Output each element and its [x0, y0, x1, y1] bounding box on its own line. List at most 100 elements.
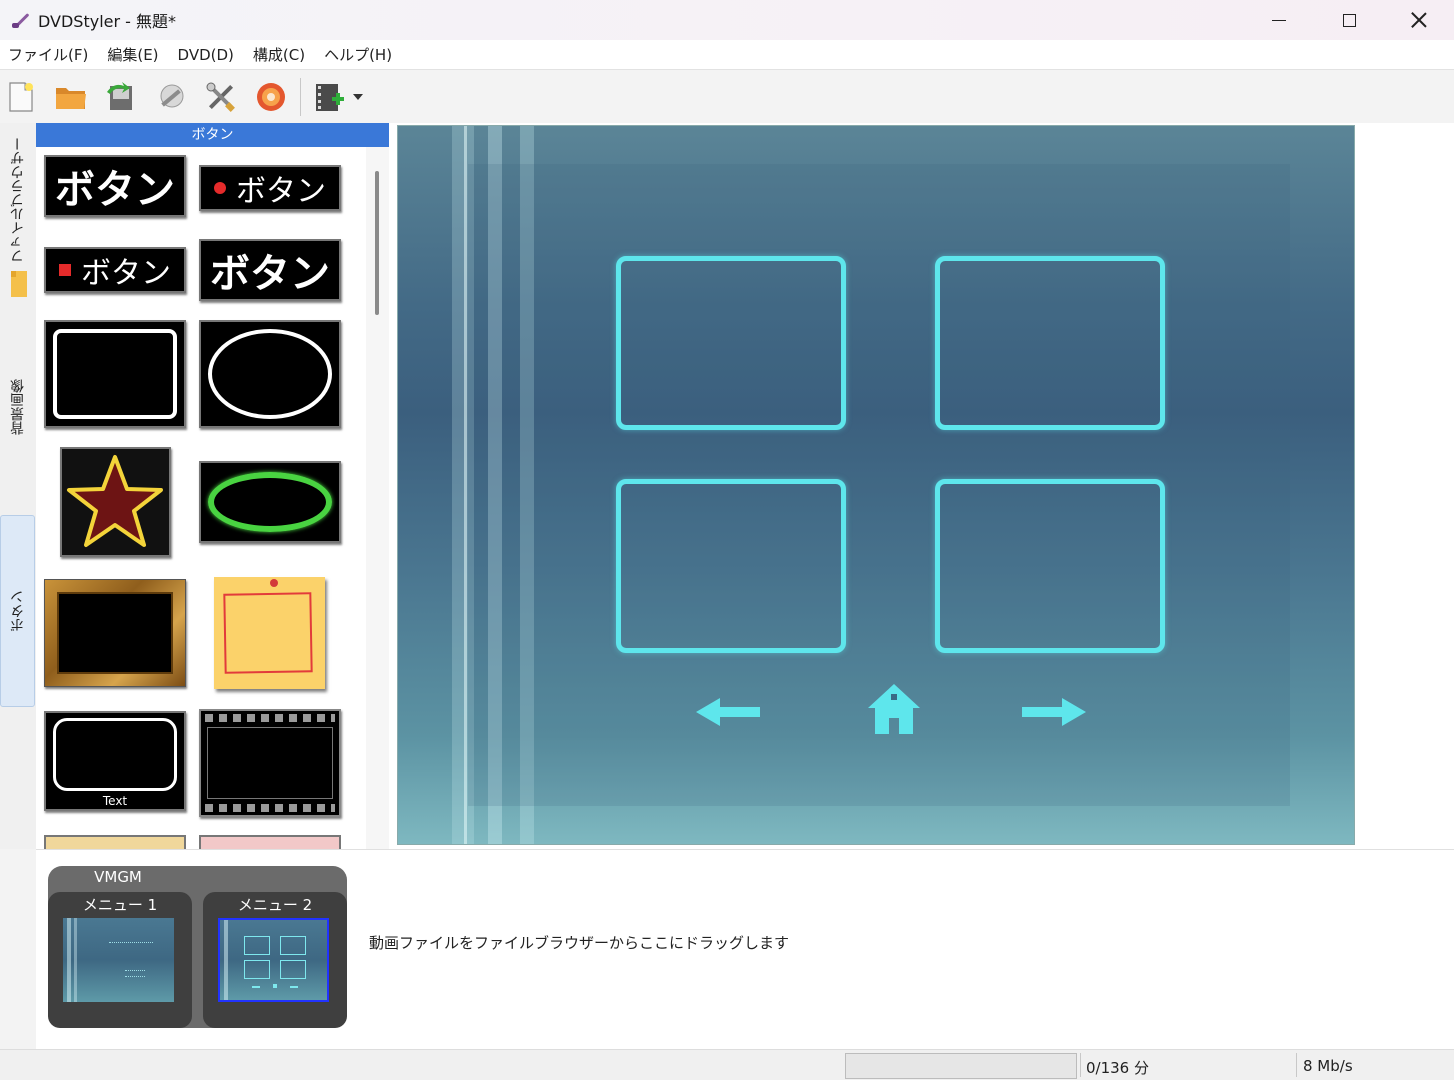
home-icon[interactable] — [866, 682, 922, 736]
red-circle-bullet-icon — [214, 182, 226, 194]
preview-text-line — [109, 942, 153, 946]
settings-button[interactable] — [204, 78, 238, 116]
status-bar: 0/136 分 8 Mb/s — [0, 1049, 1454, 1080]
burn-dvd-button[interactable] — [254, 78, 288, 116]
preview-stripe — [67, 918, 71, 1002]
button-style-square-bullet[interactable]: ボタン — [44, 247, 186, 293]
menu-1-thumbnail[interactable]: メニュー 1 — [48, 892, 192, 1028]
button-style-sticky-note[interactable] — [214, 577, 325, 689]
bitrate-text: 8 Mb/s — [1303, 1057, 1353, 1075]
preview-frame — [280, 936, 306, 955]
menu-button-frame-3[interactable] — [616, 479, 846, 653]
dvdstyler-app-icon — [10, 9, 32, 31]
frame-caption-text: Text — [102, 794, 128, 808]
maximize-button[interactable] — [1314, 0, 1384, 40]
menu-button-frame-2[interactable] — [935, 256, 1165, 430]
button-style-circle-bullet[interactable]: ボタン — [199, 165, 341, 211]
run-wrench-icon — [160, 84, 184, 108]
minimize-icon — [1272, 19, 1286, 21]
save-project-button[interactable] — [104, 78, 138, 116]
tab-backgrounds[interactable]: 背景画像 — [0, 379, 35, 459]
menu-canvas[interactable] — [397, 125, 1355, 845]
menu-edit[interactable]: 編集(E) — [99, 44, 169, 65]
menu-2-thumbnail[interactable]: メニュー 2 — [203, 892, 347, 1028]
open-project-button[interactable] — [54, 78, 88, 116]
background-stripe — [464, 126, 467, 844]
menu-config[interactable]: 構成(C) — [245, 44, 316, 65]
sticky-note-red-border — [223, 592, 313, 674]
button-style-partial-2[interactable] — [199, 835, 341, 849]
close-button[interactable] — [1384, 0, 1454, 40]
menu-2-preview — [218, 918, 329, 1002]
palette-scrollbar-thumb[interactable] — [375, 171, 379, 315]
preview-nav — [273, 984, 277, 988]
window-controls — [1244, 0, 1454, 40]
menu-1-label: メニュー 1 — [82, 896, 158, 914]
minimize-button[interactable] — [1244, 0, 1314, 40]
button-style-partial-1[interactable] — [44, 835, 186, 849]
menu-dvd[interactable]: DVD(D) — [170, 46, 245, 64]
settings-tools-icon — [206, 82, 235, 112]
new-project-icon — [9, 82, 33, 112]
side-tab-strip: ファイルブラウザー 背景画像 ボタン — [0, 123, 36, 849]
button-style-bullet-label: ボタン — [236, 174, 326, 209]
preview-frame — [244, 936, 270, 955]
burn-disc-icon — [257, 83, 285, 111]
add-video-dropdown-icon[interactable] — [353, 94, 363, 100]
folder-icon — [10, 271, 27, 297]
filmstrip-bottom-holes — [205, 804, 335, 812]
tab-buttons[interactable]: ボタン — [0, 515, 35, 707]
pushpin-icon — [270, 579, 278, 587]
run-button[interactable] — [154, 78, 188, 116]
filmstrip-top-holes — [205, 714, 335, 722]
menu-button-frame-4[interactable] — [935, 479, 1165, 653]
open-folder-icon — [56, 88, 86, 109]
close-icon — [1411, 12, 1427, 28]
preview-text-line — [125, 976, 145, 979]
tab-file-browser[interactable]: ファイルブラウザー — [0, 137, 35, 307]
menu-button-frame-1[interactable] — [616, 256, 846, 430]
toolbar-separator — [300, 78, 301, 116]
preview-nav — [290, 986, 298, 988]
menu-editor-area — [389, 123, 1454, 849]
preview-frame — [244, 960, 270, 979]
title-bar: DVDStyler - 無題* — [0, 0, 1454, 40]
button-style-filmstrip[interactable] — [199, 709, 341, 817]
button-style-ellipse-frame[interactable] — [199, 320, 341, 428]
button-palette: ボタン ボタン ボタン ボタン ボタン Text — [36, 123, 389, 849]
preview-frame — [280, 960, 306, 979]
vmgm-group: VMGM メニュー 1 メニュー 2 — [48, 866, 347, 1028]
save-icon — [107, 82, 132, 110]
tab-buttons-label: ボタン — [9, 590, 26, 632]
filmstrip-frame — [207, 727, 333, 799]
gold-frame-inner — [57, 592, 173, 674]
button-style-star[interactable] — [60, 447, 171, 557]
disc-usage-progress — [845, 1053, 1077, 1079]
button-style-underline-label: ボタン — [210, 251, 330, 297]
preview-stripe — [74, 918, 77, 1002]
button-style-square-label: ボタン — [81, 256, 171, 291]
tab-backgrounds-label: 背景画像 — [9, 379, 26, 435]
vmgm-label: VMGM — [94, 868, 142, 886]
previous-arrow-icon[interactable] — [694, 696, 764, 728]
button-style-text-large[interactable]: ボタン — [44, 155, 186, 217]
add-video-icon — [316, 84, 344, 111]
window-title: DVDStyler - 無題* — [38, 12, 177, 31]
preview-stripe — [224, 920, 228, 1000]
white-rounded-rect-icon — [53, 329, 177, 419]
status-separator — [1080, 1053, 1081, 1077]
next-arrow-icon[interactable] — [1018, 696, 1088, 728]
button-style-gold-frame[interactable] — [44, 579, 186, 687]
button-style-rounded-rect-frame[interactable] — [44, 320, 186, 428]
button-style-green-ellipse[interactable] — [199, 461, 341, 543]
button-style-underline[interactable]: ボタン — [199, 239, 341, 301]
menu-1-preview — [63, 918, 174, 1002]
menu-help[interactable]: ヘルプ(H) — [316, 44, 403, 65]
button-style-rounded-text-frame[interactable]: Text — [44, 711, 186, 811]
menu-file[interactable]: ファイル(F) — [0, 44, 99, 65]
drag-drop-hint: 動画ファイルをファイルブラウザーからここにドラッグします — [369, 934, 790, 952]
add-video-button[interactable] — [313, 78, 347, 116]
toolbar — [0, 71, 1454, 123]
new-project-button[interactable] — [4, 78, 38, 116]
white-rounded-frame-icon — [53, 718, 177, 791]
